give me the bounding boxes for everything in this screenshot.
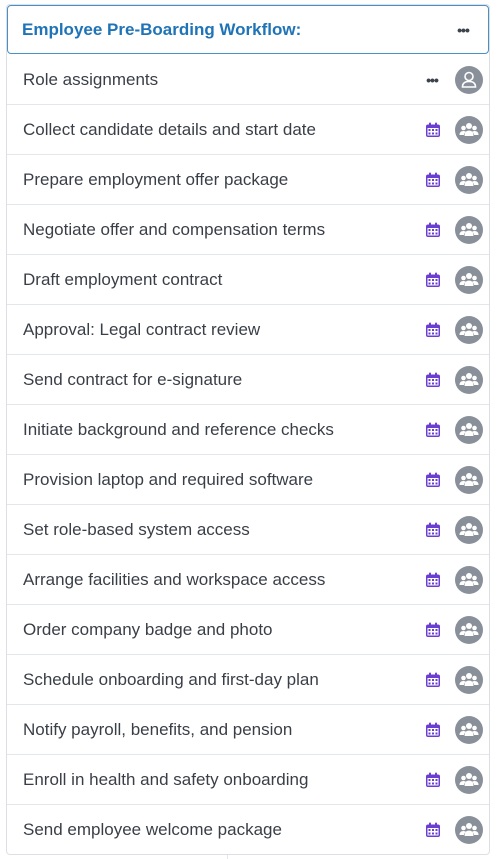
group-icon[interactable] bbox=[455, 465, 483, 494]
task-label: Approval: Legal contract review bbox=[23, 319, 261, 339]
group-icon[interactable] bbox=[455, 816, 483, 844]
calendar-icon[interactable] bbox=[425, 622, 441, 638]
role-assignments-row[interactable]: Role assignments ••• bbox=[7, 55, 489, 105]
task-label: Collect candidate details and start date bbox=[23, 119, 316, 139]
workflow-title: Employee Pre-Boarding Workflow: bbox=[22, 19, 302, 39]
group-icon[interactable] bbox=[455, 565, 483, 594]
more-horizontal-icon[interactable]: ••• bbox=[421, 73, 443, 87]
task-label: Set role-based system access bbox=[23, 519, 250, 539]
task-label: Negotiate offer and compensation terms bbox=[23, 219, 326, 239]
group-icon[interactable] bbox=[455, 515, 483, 544]
calendar-icon[interactable] bbox=[425, 772, 441, 788]
calendar-icon[interactable] bbox=[425, 572, 441, 588]
task-row[interactable]: Send contract for e-signature bbox=[7, 355, 489, 405]
more-horizontal-icon[interactable]: ••• bbox=[452, 23, 474, 37]
calendar-icon[interactable] bbox=[425, 672, 441, 688]
group-icon[interactable] bbox=[455, 615, 483, 644]
task-label: Initiate background and reference checks bbox=[23, 419, 334, 439]
workflow-panel: Employee Pre-Boarding Workflow: ••• Role… bbox=[6, 4, 490, 855]
calendar-icon[interactable] bbox=[425, 422, 441, 438]
task-row[interactable]: Notify payroll, benefits, and pension bbox=[7, 705, 489, 755]
task-row[interactable]: Draft employment contract bbox=[7, 255, 489, 305]
group-icon[interactable] bbox=[455, 365, 483, 394]
group-icon[interactable] bbox=[455, 415, 483, 444]
workflow-header: Employee Pre-Boarding Workflow: ••• bbox=[7, 5, 489, 54]
calendar-icon[interactable] bbox=[425, 372, 441, 388]
task-row[interactable]: Provision laptop and required software bbox=[7, 455, 489, 505]
group-icon[interactable] bbox=[455, 715, 483, 744]
task-label: Draft employment contract bbox=[23, 269, 223, 289]
group-icon[interactable] bbox=[455, 265, 483, 294]
task-row[interactable]: Order company badge and photo bbox=[7, 605, 489, 655]
calendar-icon[interactable] bbox=[425, 522, 441, 538]
task-label: Provision laptop and required software bbox=[23, 469, 314, 489]
task-row[interactable]: Approval: Legal contract review bbox=[7, 305, 489, 355]
divider bbox=[227, 855, 228, 859]
calendar-icon[interactable] bbox=[425, 272, 441, 288]
task-label: Prepare employment offer package bbox=[23, 169, 289, 189]
group-icon[interactable] bbox=[455, 315, 483, 344]
user-icon[interactable] bbox=[455, 65, 483, 94]
task-row[interactable]: Set role-based system access bbox=[7, 505, 489, 555]
task-row[interactable]: Schedule onboarding and first-day plan bbox=[7, 655, 489, 705]
task-row[interactable]: Collect candidate details and start date bbox=[7, 105, 489, 155]
group-icon[interactable] bbox=[455, 765, 483, 794]
group-icon[interactable] bbox=[455, 665, 483, 694]
calendar-icon[interactable] bbox=[425, 472, 441, 488]
task-label: Notify payroll, benefits, and pension bbox=[23, 719, 293, 739]
task-row[interactable]: Enroll in health and safety onboarding bbox=[7, 755, 489, 805]
calendar-icon[interactable] bbox=[425, 722, 441, 738]
calendar-icon[interactable] bbox=[425, 822, 441, 838]
task-row[interactable]: Negotiate offer and compensation terms bbox=[7, 205, 489, 255]
group-icon[interactable] bbox=[455, 215, 483, 244]
task-row[interactable]: Arrange facilities and workspace access bbox=[7, 555, 489, 605]
calendar-icon[interactable] bbox=[425, 122, 441, 138]
task-row[interactable]: Initiate background and reference checks bbox=[7, 405, 489, 455]
calendar-icon[interactable] bbox=[425, 322, 441, 338]
group-icon[interactable] bbox=[455, 165, 483, 194]
calendar-icon[interactable] bbox=[425, 222, 441, 238]
group-icon[interactable] bbox=[455, 115, 483, 144]
calendar-icon[interactable] bbox=[425, 172, 441, 188]
task-label: Enroll in health and safety onboarding bbox=[23, 769, 309, 789]
task-label: Send employee welcome package bbox=[23, 820, 282, 839]
task-label: Schedule onboarding and first-day plan bbox=[23, 669, 319, 689]
task-row[interactable]: Send employee welcome package bbox=[7, 805, 489, 855]
task-row[interactable]: Prepare employment offer package bbox=[7, 155, 489, 205]
task-label: Arrange facilities and workspace access bbox=[23, 569, 326, 589]
task-label: Order company badge and photo bbox=[23, 619, 273, 639]
role-assignments-label: Role assignments bbox=[23, 69, 159, 89]
task-label: Send contract for e-signature bbox=[23, 369, 243, 389]
